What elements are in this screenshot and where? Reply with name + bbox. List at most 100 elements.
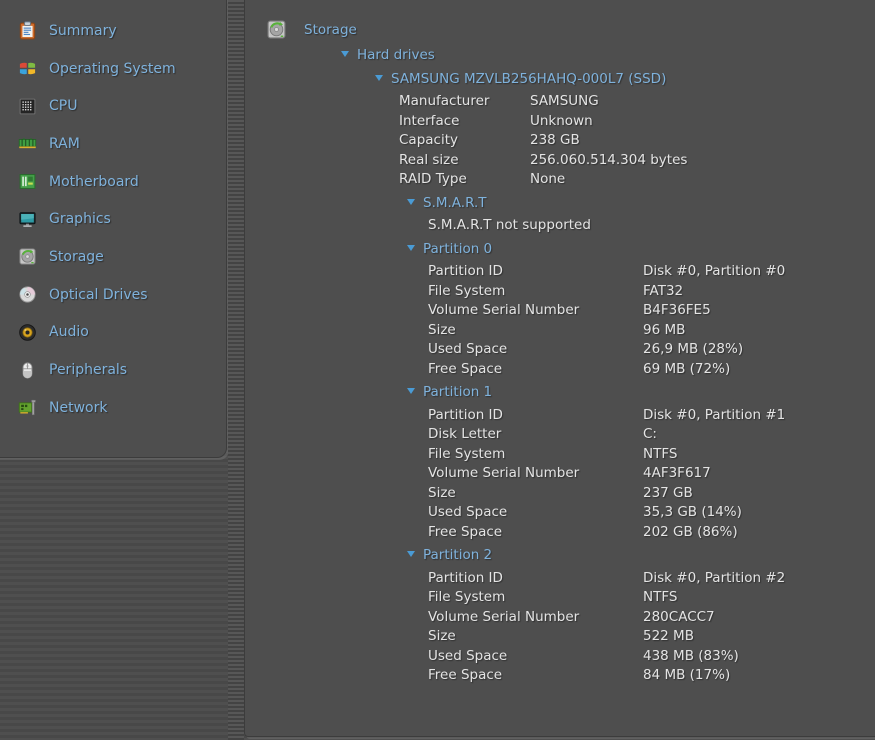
sidebar-item-network[interactable]: Network: [0, 389, 226, 427]
motherboard-icon: [18, 172, 37, 191]
property-key: Disk Letter: [428, 425, 643, 445]
property-key: Partition ID: [428, 569, 643, 589]
tree-node-partition-1[interactable]: Partition 1: [245, 383, 875, 403]
property-value: 202 GB (86%): [643, 524, 738, 540]
cpu-icon: [18, 97, 37, 116]
tree-node-label: Partition 1: [423, 384, 492, 400]
property-value: 522 MB: [643, 628, 694, 644]
sidebar-item-summary[interactable]: Summary: [0, 12, 226, 50]
property-value: B4F36FE5: [643, 302, 711, 318]
sidebar-item-graphics[interactable]: Graphics: [0, 200, 226, 238]
sidebar-item-audio[interactable]: Audio: [0, 314, 226, 352]
tree-node-hard-drives[interactable]: Hard drives: [245, 46, 875, 66]
property-value: FAT32: [643, 283, 683, 299]
sidebar-item-label: Operating System: [49, 61, 176, 77]
speaker-icon: [18, 323, 37, 342]
mouse-icon: [18, 361, 37, 380]
property-row: Used Space26,9 MB (28%): [245, 340, 875, 360]
sidebar-item-label: Optical Drives: [49, 287, 148, 303]
sidebar-item-label: Peripherals: [49, 362, 127, 378]
collapse-triangle-icon[interactable]: [375, 75, 383, 81]
property-value: NTFS: [643, 446, 677, 462]
collapse-triangle-icon[interactable]: [407, 245, 415, 251]
property-row: Capacity238 GB: [245, 131, 875, 151]
tree-node-partition-2[interactable]: Partition 2: [245, 546, 875, 566]
property-value: 4AF3F617: [643, 465, 711, 481]
property-row: Free Space69 MB (72%): [245, 360, 875, 380]
ram-icon: [18, 134, 37, 153]
property-row: Volume Serial Number4AF3F617: [245, 464, 875, 484]
panel-divider: [228, 0, 244, 740]
property-row: Disk LetterC:: [245, 425, 875, 445]
property-key: Size: [428, 321, 643, 341]
property-value: NTFS: [643, 589, 677, 605]
property-key: Real size: [399, 151, 530, 171]
property-row: Volume Serial NumberB4F36FE5: [245, 301, 875, 321]
property-row: ManufacturerSAMSUNG: [245, 92, 875, 112]
storage-tree: Hard drives SAMSUNG MZVLB256HAHQ-000L7 (S…: [245, 46, 875, 686]
property-key: Volume Serial Number: [428, 301, 643, 321]
collapse-triangle-icon[interactable]: [407, 551, 415, 557]
property-row: Real size256.060.514.304 bytes: [245, 151, 875, 171]
property-value: C:: [643, 426, 657, 442]
tree-node-s-m-a-r-t[interactable]: S.M.A.R.T: [245, 194, 875, 214]
property-row: Size237 GB: [245, 484, 875, 504]
sidebar-panel: Summary Operating System CPU RAM Motherboard…: [0, 0, 227, 458]
property-value: 84 MB (17%): [643, 667, 730, 683]
property-value: 35,3 GB (14%): [643, 504, 742, 520]
property-row: InterfaceUnknown: [245, 112, 875, 132]
property-row: Partition IDDisk #0, Partition #1: [245, 406, 875, 426]
sidebar-item-label: CPU: [49, 98, 77, 114]
property-key: Used Space: [428, 647, 643, 667]
property-value: None: [530, 171, 565, 187]
collapse-triangle-icon[interactable]: [341, 51, 349, 57]
property-key: File System: [428, 282, 643, 302]
property-value: 438 MB (83%): [643, 648, 739, 664]
windows-icon: [18, 59, 37, 78]
tree-node-label: Hard drives: [357, 47, 435, 63]
property-row: Partition IDDisk #0, Partition #2: [245, 569, 875, 589]
property-key: Partition ID: [428, 406, 643, 426]
property-key: File System: [428, 588, 643, 608]
property-key: Manufacturer: [399, 92, 530, 112]
property-key: Volume Serial Number: [428, 608, 643, 628]
sidebar-item-label: RAM: [49, 136, 80, 152]
tree-node-label: Partition 0: [423, 241, 492, 257]
property-row: Used Space35,3 GB (14%): [245, 503, 875, 523]
sidebar-item-cpu[interactable]: CPU: [0, 87, 226, 125]
hdd-icon: [266, 19, 287, 40]
property-key: Size: [428, 484, 643, 504]
property-row: RAID TypeNone: [245, 170, 875, 190]
property-value: Disk #0, Partition #2: [643, 570, 785, 586]
property-key: Free Space: [428, 666, 643, 686]
sidebar-item-ram[interactable]: RAM: [0, 125, 226, 163]
sidebar-item-peripherals[interactable]: Peripherals: [0, 351, 226, 389]
sidebar-item-label: Graphics: [49, 211, 111, 227]
collapse-triangle-icon[interactable]: [407, 388, 415, 394]
sidebar-item-label: Motherboard: [49, 174, 139, 190]
hdd-icon: [18, 247, 37, 266]
sidebar-item-optical-drives[interactable]: Optical Drives: [0, 276, 226, 314]
property-key: Partition ID: [428, 262, 643, 282]
sidebar-item-operating-system[interactable]: Operating System: [0, 50, 226, 88]
property-key: File System: [428, 445, 643, 465]
network-card-icon: [18, 398, 37, 417]
sidebar-nav: Summary Operating System CPU RAM Motherboard…: [0, 12, 226, 427]
collapse-triangle-icon[interactable]: [407, 199, 415, 205]
sidebar-item-storage[interactable]: Storage: [0, 238, 226, 276]
property-value: 237 GB: [643, 485, 693, 501]
property-key: Used Space: [428, 340, 643, 360]
property-value: 256.060.514.304 bytes: [530, 152, 687, 168]
content-panel: Storage Hard drivesSAMSUNG MZVLB256HAHQ-…: [244, 0, 875, 737]
sidebar-item-motherboard[interactable]: Motherboard: [0, 163, 226, 201]
tree-node-partition-0[interactable]: Partition 0: [245, 240, 875, 260]
tree-node-drive[interactable]: SAMSUNG MZVLB256HAHQ-000L7 (SSD): [245, 70, 875, 90]
smart-status-text: S.M.A.R.T not supported: [245, 216, 875, 236]
property-row: Free Space202 GB (86%): [245, 523, 875, 543]
property-value: Disk #0, Partition #1: [643, 407, 785, 423]
property-row: Size522 MB: [245, 627, 875, 647]
property-value: 96 MB: [643, 322, 685, 338]
sidebar-item-label: Storage: [49, 249, 104, 265]
property-row: Size96 MB: [245, 321, 875, 341]
property-key: Volume Serial Number: [428, 464, 643, 484]
